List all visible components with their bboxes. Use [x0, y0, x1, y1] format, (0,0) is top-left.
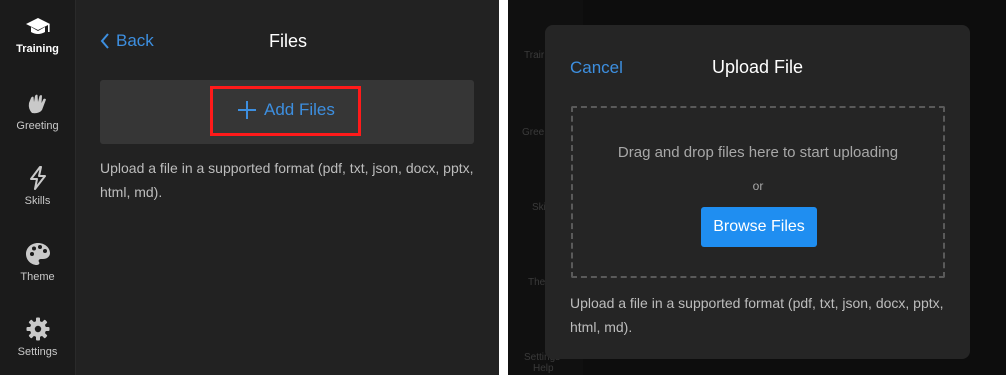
- file-dropzone[interactable]: Drag and drop files here to start upload…: [571, 106, 945, 278]
- sidebar-item-theme[interactable]: Theme: [0, 242, 75, 283]
- cancel-button[interactable]: Cancel: [570, 58, 623, 78]
- waving-hand-icon: [28, 94, 46, 114]
- dimmed-sidebar-label: Help: [533, 363, 554, 374]
- gear-icon: [26, 317, 49, 341]
- upload-screen: Trair Gree Ski The Settings Help Cancel …: [508, 0, 1006, 375]
- supported-formats-text: Upload a file in a supported format (pdf…: [570, 295, 944, 335]
- back-button[interactable]: Back: [100, 31, 154, 51]
- upload-file-modal: Cancel Upload File Drag and drop files h…: [545, 25, 970, 359]
- add-files-label: Add Files: [264, 100, 335, 119]
- lightning-bolt-icon: [29, 166, 46, 190]
- sidebar-item-label: Theme: [20, 271, 55, 283]
- dropzone-instructions: Drag and drop files here to start upload…: [617, 144, 899, 161]
- plus-icon: [238, 101, 256, 119]
- files-screen: Training Greeting Skills Theme Settings …: [0, 0, 499, 375]
- page-title: Files: [268, 31, 307, 51]
- sidebar: Training Greeting Skills Theme Settings: [0, 0, 76, 375]
- modal-title: Upload File: [711, 57, 804, 77]
- sidebar-item-training[interactable]: Training: [0, 16, 75, 55]
- sidebar-item-label: Settings: [17, 346, 58, 358]
- sidebar-item-greeting[interactable]: Greeting: [0, 93, 75, 132]
- browse-files-button[interactable]: Browse Files: [701, 207, 817, 247]
- supported-formats-text: Upload a file in a supported format (pdf…: [100, 160, 474, 200]
- sidebar-item-label: Skills: [24, 195, 51, 207]
- dimmed-sidebar-label: Gree: [522, 127, 545, 138]
- back-label: Back: [116, 31, 154, 50]
- graduation-cap-icon: [25, 18, 50, 34]
- sidebar-item-label: Greeting: [16, 120, 59, 132]
- dimmed-sidebar-label: Trair: [524, 50, 545, 61]
- dimmed-sidebar-label: Ski: [532, 202, 546, 213]
- add-files-button[interactable]: Add Files: [237, 100, 335, 120]
- sidebar-item-settings[interactable]: Settings: [0, 317, 75, 358]
- chevron-left-icon: [100, 33, 109, 49]
- sidebar-item-label: Training: [16, 43, 59, 55]
- palette-icon: [25, 243, 50, 265]
- dimmed-sidebar-label: The: [528, 277, 546, 288]
- or-separator: or: [752, 179, 764, 193]
- sidebar-item-skills[interactable]: Skills: [0, 166, 75, 207]
